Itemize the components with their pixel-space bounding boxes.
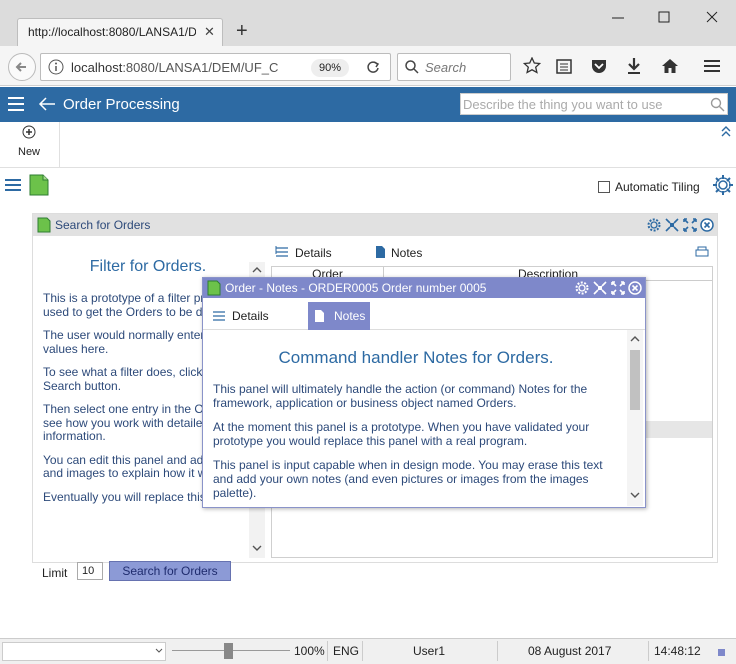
dialog-maximize-icon[interactable]: [611, 281, 625, 295]
status-dropdown[interactable]: [2, 642, 166, 661]
describe-placeholder: Describe the thing you want to use: [463, 97, 663, 112]
dialog-shrink-icon[interactable]: [593, 281, 607, 295]
panel-settings-icon[interactable]: [647, 218, 661, 232]
app-toolbar: New: [0, 122, 736, 168]
notes-doc-icon: [375, 245, 386, 259]
dialog-tabs: Details Notes: [203, 300, 645, 330]
download-icon[interactable]: [625, 57, 643, 75]
notes-paragraph: This panel is input capable when in desi…: [213, 458, 603, 500]
new-button[interactable]: New: [0, 122, 60, 168]
reload-icon[interactable]: [365, 59, 381, 75]
app-header: Order Processing Describe the thing you …: [0, 87, 736, 122]
url-text: localhost:8080/LANSA1/DEM/UF_C: [71, 60, 279, 75]
url-bar[interactable]: localhost:8080/LANSA1/DEM/UF_C 90%: [40, 53, 391, 81]
back-button[interactable]: [8, 53, 36, 81]
collapse-up-icon[interactable]: [720, 124, 732, 138]
notes-paragraph: This panel will ultimately handle the ac…: [213, 382, 588, 410]
limit-label: Limit: [42, 566, 68, 580]
dialog-tab-details[interactable]: Details: [209, 302, 305, 330]
dialog-title: Order - Notes - ORDER0005 Order number 0…: [225, 281, 487, 295]
dialog-close-icon[interactable]: [628, 281, 642, 295]
browser-titlebar: http://localhost:8080/LANSA1/DEM/UF_C ✕ …: [0, 0, 736, 46]
describe-input[interactable]: Describe the thing you want to use: [460, 93, 728, 115]
panel-close-icon[interactable]: [700, 218, 714, 232]
status-zoom: 100%: [294, 644, 325, 658]
browser-tab[interactable]: http://localhost:8080/LANSA1/DEM/UF_C ✕: [17, 18, 223, 46]
limit-input[interactable]: 10: [77, 562, 103, 580]
panel-title: Search for Orders: [55, 218, 151, 232]
panel-shrink-icon[interactable]: [665, 218, 679, 232]
status-divider: [362, 641, 363, 661]
plus-circle-icon: [22, 125, 36, 139]
filter-heading: Filter for Orders.: [89, 258, 207, 275]
details-icon: [275, 246, 289, 258]
search-placeholder: Search: [425, 60, 467, 75]
auto-tiling-label: Automatic Tiling: [615, 180, 700, 194]
status-user: User1: [413, 644, 446, 658]
document-icon[interactable]: [29, 174, 49, 196]
reading-list-icon[interactable]: [555, 57, 573, 75]
hamburger-icon[interactable]: [8, 97, 24, 111]
new-tab-icon[interactable]: +: [236, 19, 248, 43]
page-title: Order Processing: [63, 96, 180, 113]
bookmark-star-icon[interactable]: [523, 57, 541, 75]
panel-maximize-icon[interactable]: [683, 218, 697, 232]
list-view-icon[interactable]: [5, 178, 21, 192]
dialog-body[interactable]: Command handler Notes for Orders. This p…: [203, 330, 645, 507]
describe-search-icon[interactable]: [710, 97, 725, 112]
chevron-down-icon: [155, 647, 163, 655]
dialog-scrollbar[interactable]: [627, 330, 643, 506]
window-controls: [600, 8, 736, 28]
status-divider: [327, 641, 328, 661]
panel-header: Search for Orders: [33, 214, 717, 236]
tab-details[interactable]: Details: [295, 246, 332, 260]
document-icon: [37, 217, 51, 233]
settings-gear-icon[interactable]: [712, 174, 734, 196]
info-icon[interactable]: [48, 59, 64, 75]
notes-paragraph: At the moment this panel is a prototype.…: [213, 420, 590, 448]
view-bar: Automatic Tiling: [0, 170, 736, 200]
status-language: ENG: [333, 644, 360, 658]
dialog-header[interactable]: Order - Notes - ORDER0005 Order number 0…: [203, 278, 645, 298]
print-icon[interactable]: [695, 246, 709, 258]
home-icon[interactable]: [661, 57, 679, 75]
new-label: New: [18, 146, 41, 158]
status-divider: [648, 641, 649, 661]
command-notes: This panel will ultimately handle the ac…: [213, 382, 619, 507]
zoom-slider-thumb[interactable]: [224, 643, 233, 659]
pocket-icon[interactable]: [590, 57, 608, 75]
search-orders-button[interactable]: Search for Orders: [109, 561, 231, 581]
status-time: 14:48:12: [654, 644, 701, 658]
dialog-tab-details-label: Details: [232, 309, 269, 323]
auto-tiling-checkbox[interactable]: [598, 181, 610, 193]
document-icon: [207, 280, 221, 296]
command-heading: Command handler Notes for Orders.: [278, 348, 554, 367]
browser-navbar: localhost:8080/LANSA1/DEM/UF_C 90% Searc…: [0, 46, 736, 86]
search-icon: [404, 59, 420, 75]
dialog-settings-icon[interactable]: [575, 281, 589, 295]
dialog-tab-notes[interactable]: Notes: [308, 302, 370, 330]
tab-title: http://localhost:8080/LANSA1/DEM/UF_C: [28, 25, 196, 39]
back-arrow-icon[interactable]: [37, 96, 57, 112]
dialog-tab-notes-label: Notes: [334, 309, 366, 323]
status-date: 08 August 2017: [528, 644, 612, 658]
status-bar: 100% ENG User1 08 August 2017 14:48:12: [0, 638, 736, 664]
notes-doc-icon: [314, 309, 325, 323]
browser-search-box[interactable]: Search: [397, 53, 511, 81]
tab-close-icon[interactable]: ✕: [204, 24, 215, 40]
status-divider: [497, 641, 498, 661]
status-indicator: [718, 649, 725, 656]
tab-notes[interactable]: Notes: [391, 246, 422, 260]
details-icon: [212, 310, 226, 322]
zoom-indicator[interactable]: 90%: [311, 59, 349, 77]
menu-icon[interactable]: [703, 57, 721, 75]
notes-dialog: Order - Notes - ORDER0005 Order number 0…: [202, 277, 646, 508]
